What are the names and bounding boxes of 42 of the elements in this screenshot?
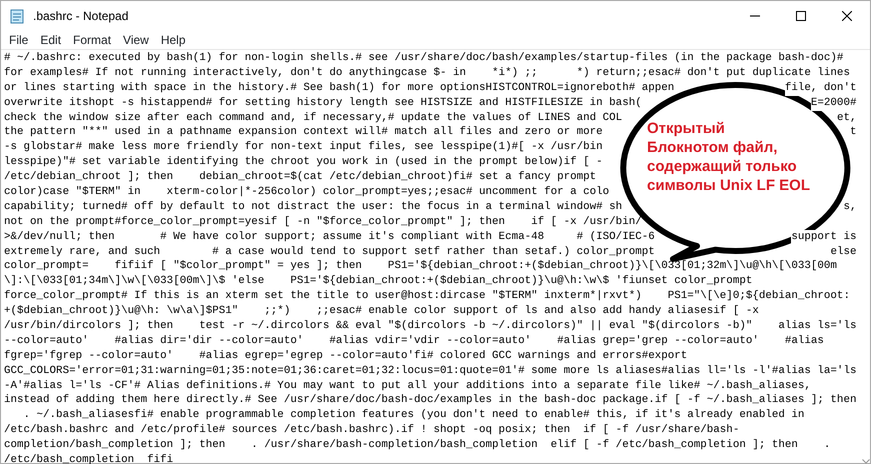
code-line: color_prompt= fifiif [ "$color_prompt" = yes ]; then PS1='${debian_chroot:+($debian_chroot)}\[\033[01;32m\]\u@\h\[\033[00m [4, 259, 837, 274]
code-line: /etc/debian_chroot ]; then debian_chroot=$(cat /etc/debian_chroot)fi# set a fancy prompt [4, 170, 596, 186]
code-line: /etc/bash_completion fifi [4, 453, 174, 464]
maximize-icon[interactable] [796, 11, 806, 21]
code-line: -s globstar# make less more friendly for non-text input files, see lesspipe(1)#[ -x /usr/bin [4, 140, 603, 156]
menu-item[interactable]: Edit [34, 31, 68, 49]
menu-item[interactable]: Help [154, 31, 192, 49]
code-line: +($debian_chroot)}\u@\h: \w\a\]$PS1" ;;*) ;;esac# enable color support of ls and also add handy aliasesif [ -x [4, 304, 759, 320]
menu-item[interactable]: File [3, 31, 34, 49]
code-line: force_color_prompt# If this is an xterm set the title to user@host:dircase "$TERM" inxterm*|rxvt*) PS1="\[\e]0;${debian_chroot: [4, 289, 850, 304]
window-title: .bashrc - Notepad [33, 9, 128, 23]
menu-item[interactable]: Format [67, 31, 118, 49]
code-line: color)case "$TERM" in xterm-color|*-256color) color_prompt=yes;;esac# uncomment for a colo [4, 185, 610, 200]
code-line: lesspipe)"# set variable identifying the chroot you work in (used in the prompt below)if [ - [4, 155, 603, 170]
code-line: GCC_COLORS='error=01;31:warning=01;35:note=01;36:caret=01;32:locus=01:quote=01'# some more ls aliases#alias ll='ls -l'#alias la='ls [4, 364, 856, 379]
code-line-fragment: support is [791, 230, 856, 245]
code-line: check the window size after each command and, if necessary,# update the values of LINES and COL [4, 110, 622, 126]
code-line-fragment: file, don't [784, 80, 856, 96]
code-line: \]:\[\033[01;34m\]\w\[\033[00m\]\$ 'else PS1='${debian_chroot:+($debian_chroot)}\u@\h:\w\$ 'fiunset color_prompt [4, 274, 752, 290]
code-line: or lines starting with space in the history.# See bash(1) for more optionsHISTCONTROL=ignoreboth# appen [4, 80, 674, 96]
code-line: extremely rare, and such # a case would tend to support setf rather than setaf.) color_prompt [4, 244, 655, 260]
code-line: . ~/.bash_aliasesfi# enable programmable completion features (you don't need to enable# this, if it's already enabled in [22, 408, 804, 424]
code-line: # ~/.bashrc: executed by bash(1) for non-login shells.# see /usr/share/doc/bash/examples/startup-files (in the package bash-doc)# [4, 51, 844, 66]
close-icon[interactable] [842, 11, 852, 21]
code-line: instead of adding them here directly.# See /usr/share/doc/bash-doc/examples in the bash-doc package.if [ -f ~/.bash_aliases ]; then [4, 393, 856, 408]
code-line: >&/dev/null; then # We have color support; assume it's compliant with Ecma-48 # (ISO/IEC-6 [4, 230, 655, 245]
scroll-down-icon[interactable] [862, 458, 870, 464]
code-line-fragment: E=2000# [810, 96, 856, 111]
code-line: overwrite itshopt -s histappend# for setting history length see HISTSIZE and HISTFILESIZE in bash( [4, 96, 642, 111]
code-line: fgrep='fgrep --color=auto' #alias egrep='egrep --color=auto'fi# colored GCC warnings and errors#export [4, 348, 688, 364]
menu-item[interactable]: View [117, 31, 155, 49]
code-line: --color=auto' #alias dir='dir --color=auto' #alias vdir='vdir --color=auto' #alias grep='grep --color=auto' #alias [4, 334, 824, 349]
code-line: /usr/bin/dircolors ]; then test -r ~/.dircolors && eval "$(dircolors -b ~/.dircolors)" || eval "$(dircolors -b)" alias ls='ls [4, 319, 856, 334]
code-line: not on the prompt#force_color_prompt=yesif [ -n "$force_color_prompt" ]; then if [ -x /usr/bin/ [4, 214, 642, 230]
code-line: the pattern "**" used in a pathname expansion context will# match all files and zero or more [4, 125, 603, 140]
code-line: capability; turned# off by default to not distract the user: the focus in a terminal window# sh [4, 200, 622, 215]
code-line: /etc/bash.bashrc and /etc/profile# sources /etc/bash.bashrc).if ! shopt -oq posix; then if [ -f /usr/share/bash- [4, 423, 740, 438]
notepad-icon [9, 8, 25, 24]
code-line: for examples# If not running interactively, don't do anythingcase $- in *i*) ;; *) return;;esac# don't put duplicate lines [4, 66, 850, 81]
code-line: completion/bash_completion ]; then . /usr/share/bash-completion/bash_completion elif [ -f /etc/bash_completion ]; then . [4, 438, 830, 454]
code-line: -A'#alias l='ls -CF'# Alias definitions.# You may want to put all your additions into a separate file like# ~/.bash_aliases, [4, 378, 811, 394]
callout-text: Открытый Блокнотом файл, содержащий только символы Unix LF EOL [647, 119, 810, 195]
